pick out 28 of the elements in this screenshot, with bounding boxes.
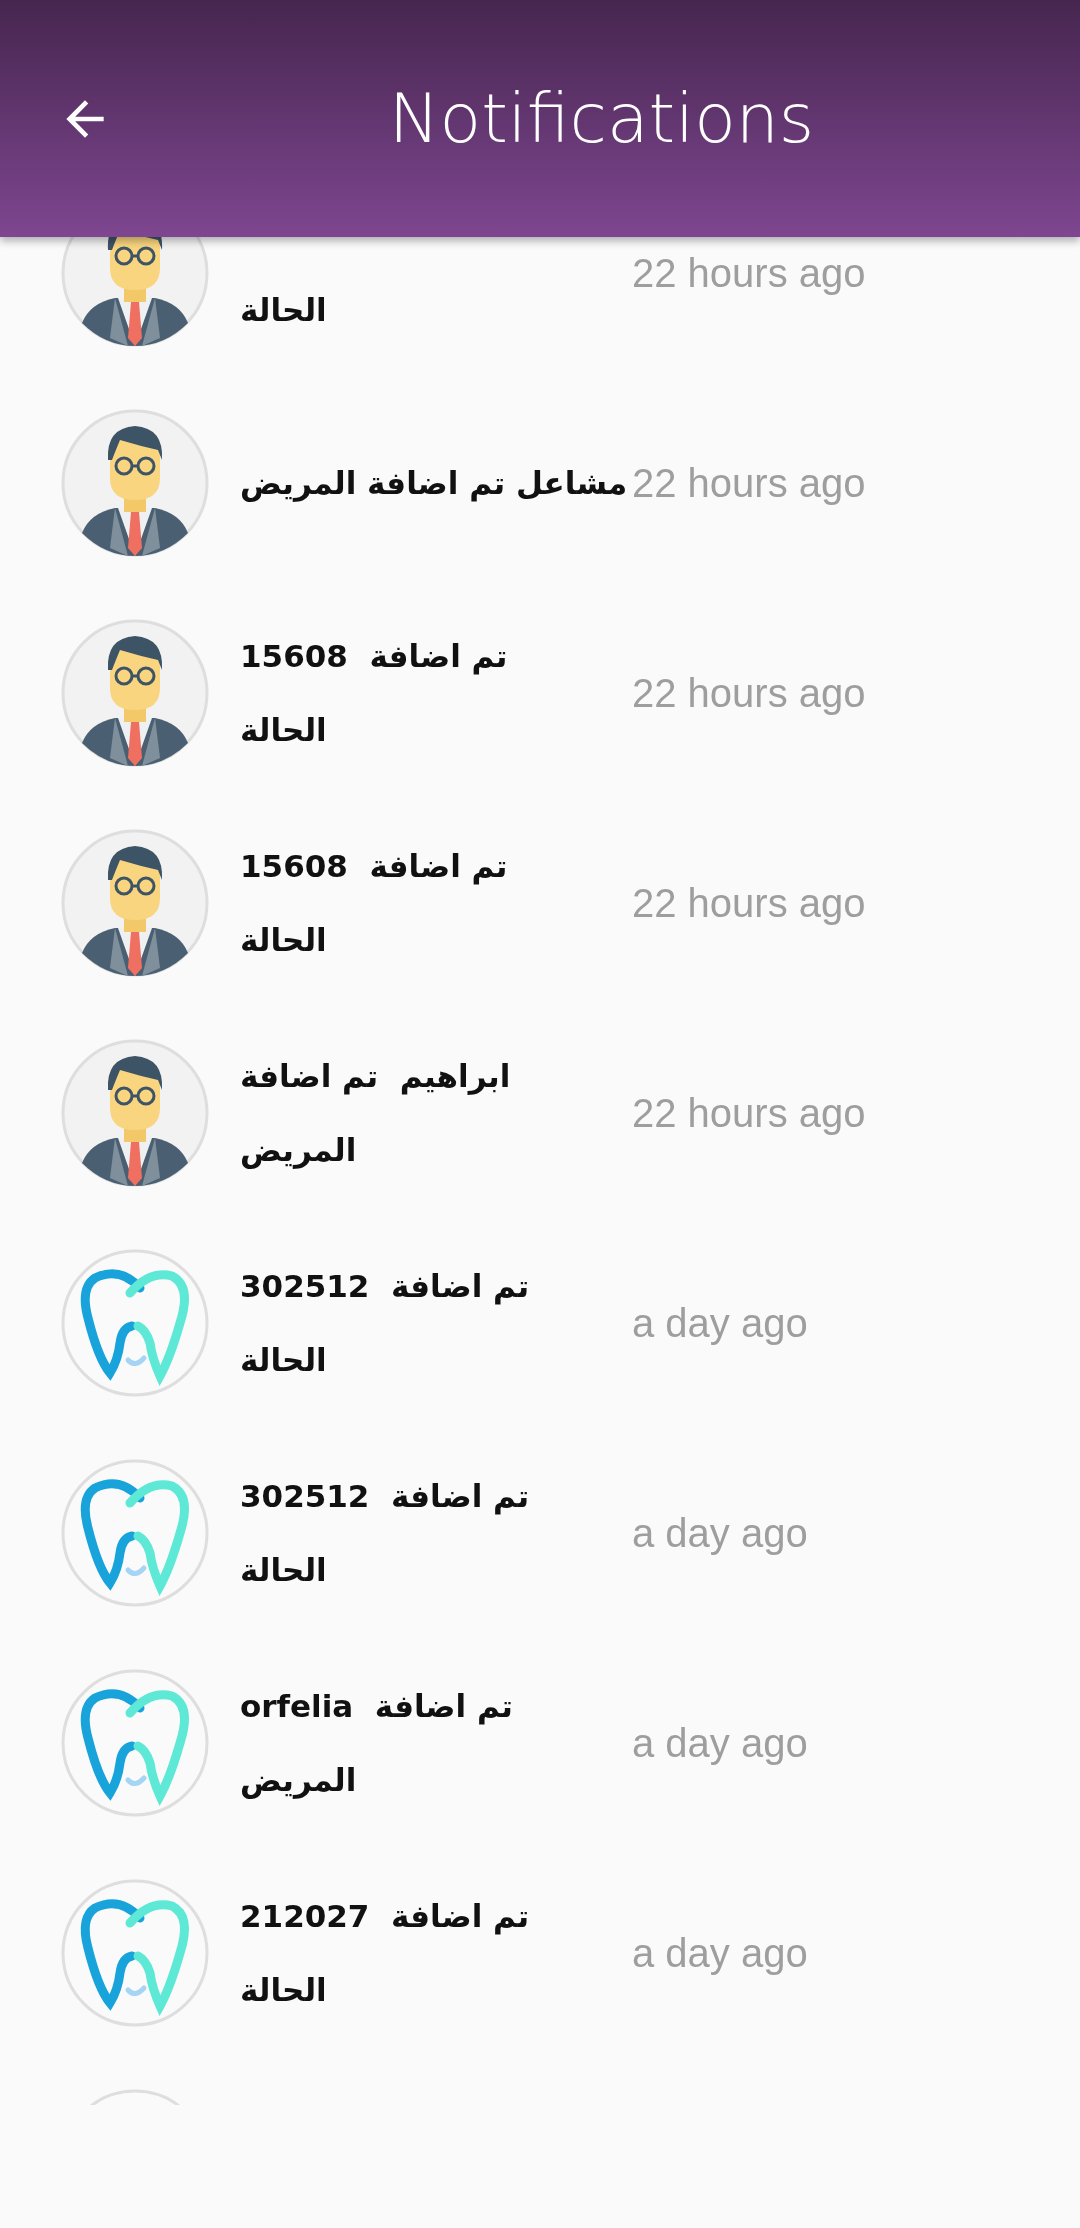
notification-message: ابراهيم تم اضافة المريض [240, 1057, 512, 1171]
notification-message: تم اضافة 302512 الحالة [240, 1477, 531, 1590]
notification-time: a day ago [632, 1930, 808, 1976]
notification-message: الحالة [240, 291, 328, 330]
notification-message: تم اضافة 302512 الحالة [240, 1267, 531, 1380]
notification-message: تم اضافة 15608 الحالة [240, 847, 509, 960]
notification-time: 22 hours ago [632, 460, 866, 506]
notification-message: تم اضافة 15608 الحالة [240, 637, 509, 750]
tooth-avatar-icon [60, 1668, 210, 1818]
notification-time: 22 hours ago [632, 250, 866, 296]
notification-message: تم اضافة 212027 الحالة [240, 1897, 531, 2010]
notification-time: 22 hours ago [632, 1090, 866, 1136]
tooth-avatar-icon [60, 1458, 210, 1608]
screen-title: Notifications [387, 79, 816, 158]
notification-time: 22 hours ago [632, 880, 866, 926]
person-avatar-icon [60, 408, 210, 558]
notification-message: تم اضافة orfelia المريض [240, 1687, 514, 1801]
tooth-avatar-icon [60, 1878, 210, 2028]
tooth-avatar-icon [60, 1248, 210, 1398]
person-avatar-icon [60, 828, 210, 978]
notification-time: a day ago [632, 1720, 808, 1766]
notification-time: 22 hours ago [632, 670, 866, 716]
notification-time: a day ago [632, 1510, 808, 1556]
notification-time: a day ago [632, 1300, 808, 1346]
person-avatar-icon [60, 237, 210, 348]
person-avatar-icon [60, 618, 210, 768]
person-avatar-icon [60, 1038, 210, 1188]
notification-message: مشاعل تم اضافة المريض [240, 464, 629, 504]
